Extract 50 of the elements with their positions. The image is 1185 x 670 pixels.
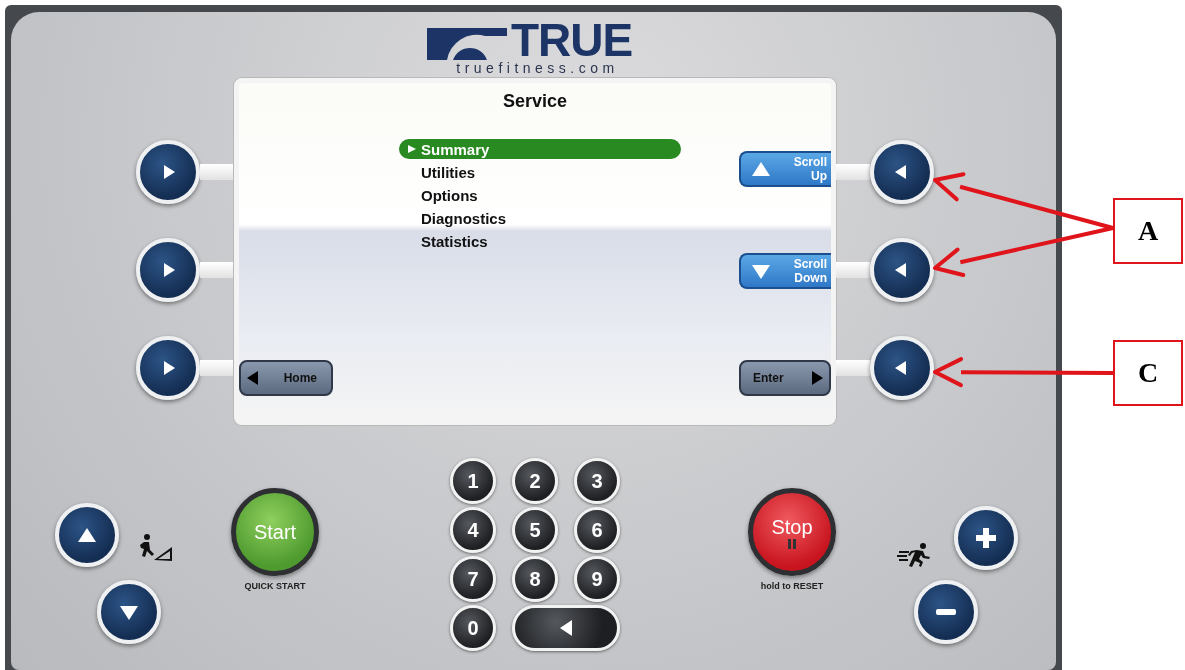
right-arrow-button[interactable] [136, 238, 200, 302]
soft-key[interactable]: Scroll Up [739, 151, 831, 187]
soft-key[interactable]: Home [239, 360, 333, 396]
connector-bar [200, 360, 234, 376]
number-key[interactable]: 6 [574, 507, 620, 553]
number-key[interactable]: 0 [450, 605, 496, 651]
menu-item[interactable]: Statistics [399, 231, 681, 251]
left-arrow-button[interactable] [870, 238, 934, 302]
up-arrow-button[interactable] [55, 503, 119, 567]
number-key[interactable]: 9 [574, 556, 620, 602]
backspace-key[interactable] [512, 605, 620, 651]
connector-bar [836, 262, 870, 278]
plus-icon [974, 526, 998, 550]
number-key[interactable]: 8 [512, 556, 558, 602]
button-caption: QUICK START [244, 581, 306, 591]
incline-icon [138, 533, 174, 563]
soft-key[interactable]: Enter [739, 360, 831, 396]
down-arrow-button[interactable] [97, 580, 161, 644]
number-key[interactable]: 1 [450, 458, 496, 504]
button-caption: hold to RESET [760, 581, 824, 591]
left-arrow-button[interactable] [870, 140, 934, 204]
runner-icon [897, 542, 931, 568]
plus-button[interactable] [954, 506, 1018, 570]
soft-key[interactable]: Scroll Down [739, 253, 831, 289]
connector-bar [200, 262, 234, 278]
callout-label: A [1113, 198, 1183, 264]
pause-icon [788, 538, 796, 549]
menu-item[interactable]: Diagnostics [399, 208, 681, 228]
pointer-icon [407, 144, 417, 154]
website-text: truefitness.com [456, 60, 619, 76]
number-key[interactable]: 7 [450, 556, 496, 602]
number-key[interactable]: 4 [450, 507, 496, 553]
menu-item[interactable]: Utilities [399, 162, 681, 182]
menu-item[interactable]: Options [399, 185, 681, 205]
connector-bar [200, 164, 234, 180]
menu-item[interactable]: Summary [399, 139, 681, 159]
number-key[interactable]: 5 [512, 507, 558, 553]
left-arrow-button[interactable] [870, 336, 934, 400]
minus-button[interactable] [914, 580, 978, 644]
screen-title: Service [501, 90, 569, 113]
connector-bar [836, 360, 870, 376]
right-arrow-button[interactable] [136, 140, 200, 204]
minus-icon [936, 609, 956, 615]
right-arrow-button[interactable] [136, 336, 200, 400]
brand-logo: TRUE [510, 20, 633, 60]
number-key[interactable]: 3 [574, 458, 620, 504]
stop-button[interactable]: Stop [748, 488, 836, 576]
number-key[interactable]: 2 [512, 458, 558, 504]
callout-label: C [1113, 340, 1183, 406]
connector-bar [836, 164, 870, 180]
